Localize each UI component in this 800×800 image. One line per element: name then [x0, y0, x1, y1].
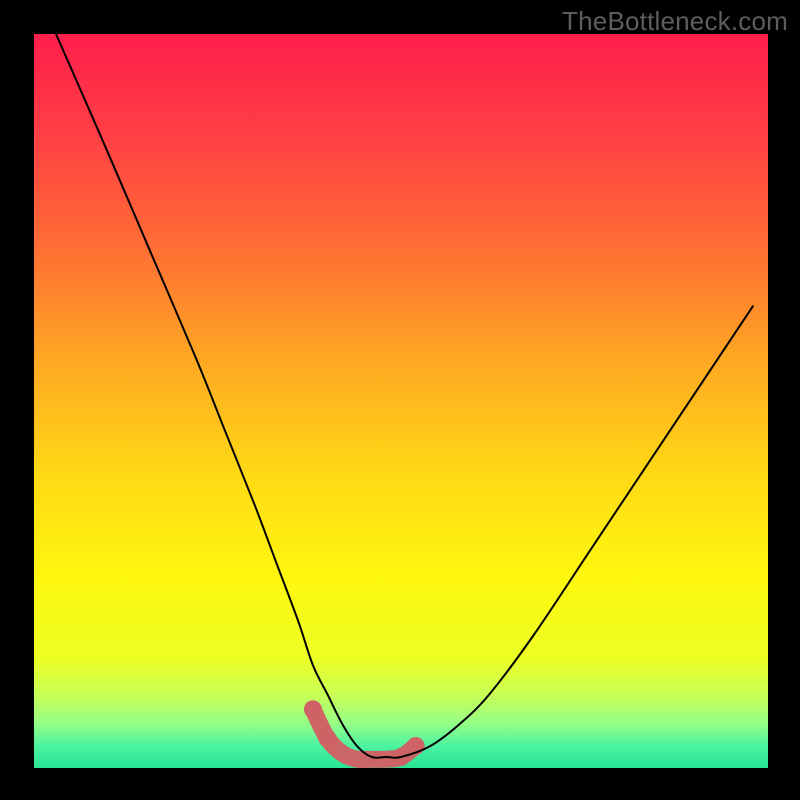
bottleneck-chart: [34, 34, 768, 768]
plot-area: [34, 34, 768, 768]
gradient-background: [34, 34, 768, 768]
chart-frame: TheBottleneck.com: [0, 0, 800, 800]
watermark-label: TheBottleneck.com: [562, 6, 788, 37]
